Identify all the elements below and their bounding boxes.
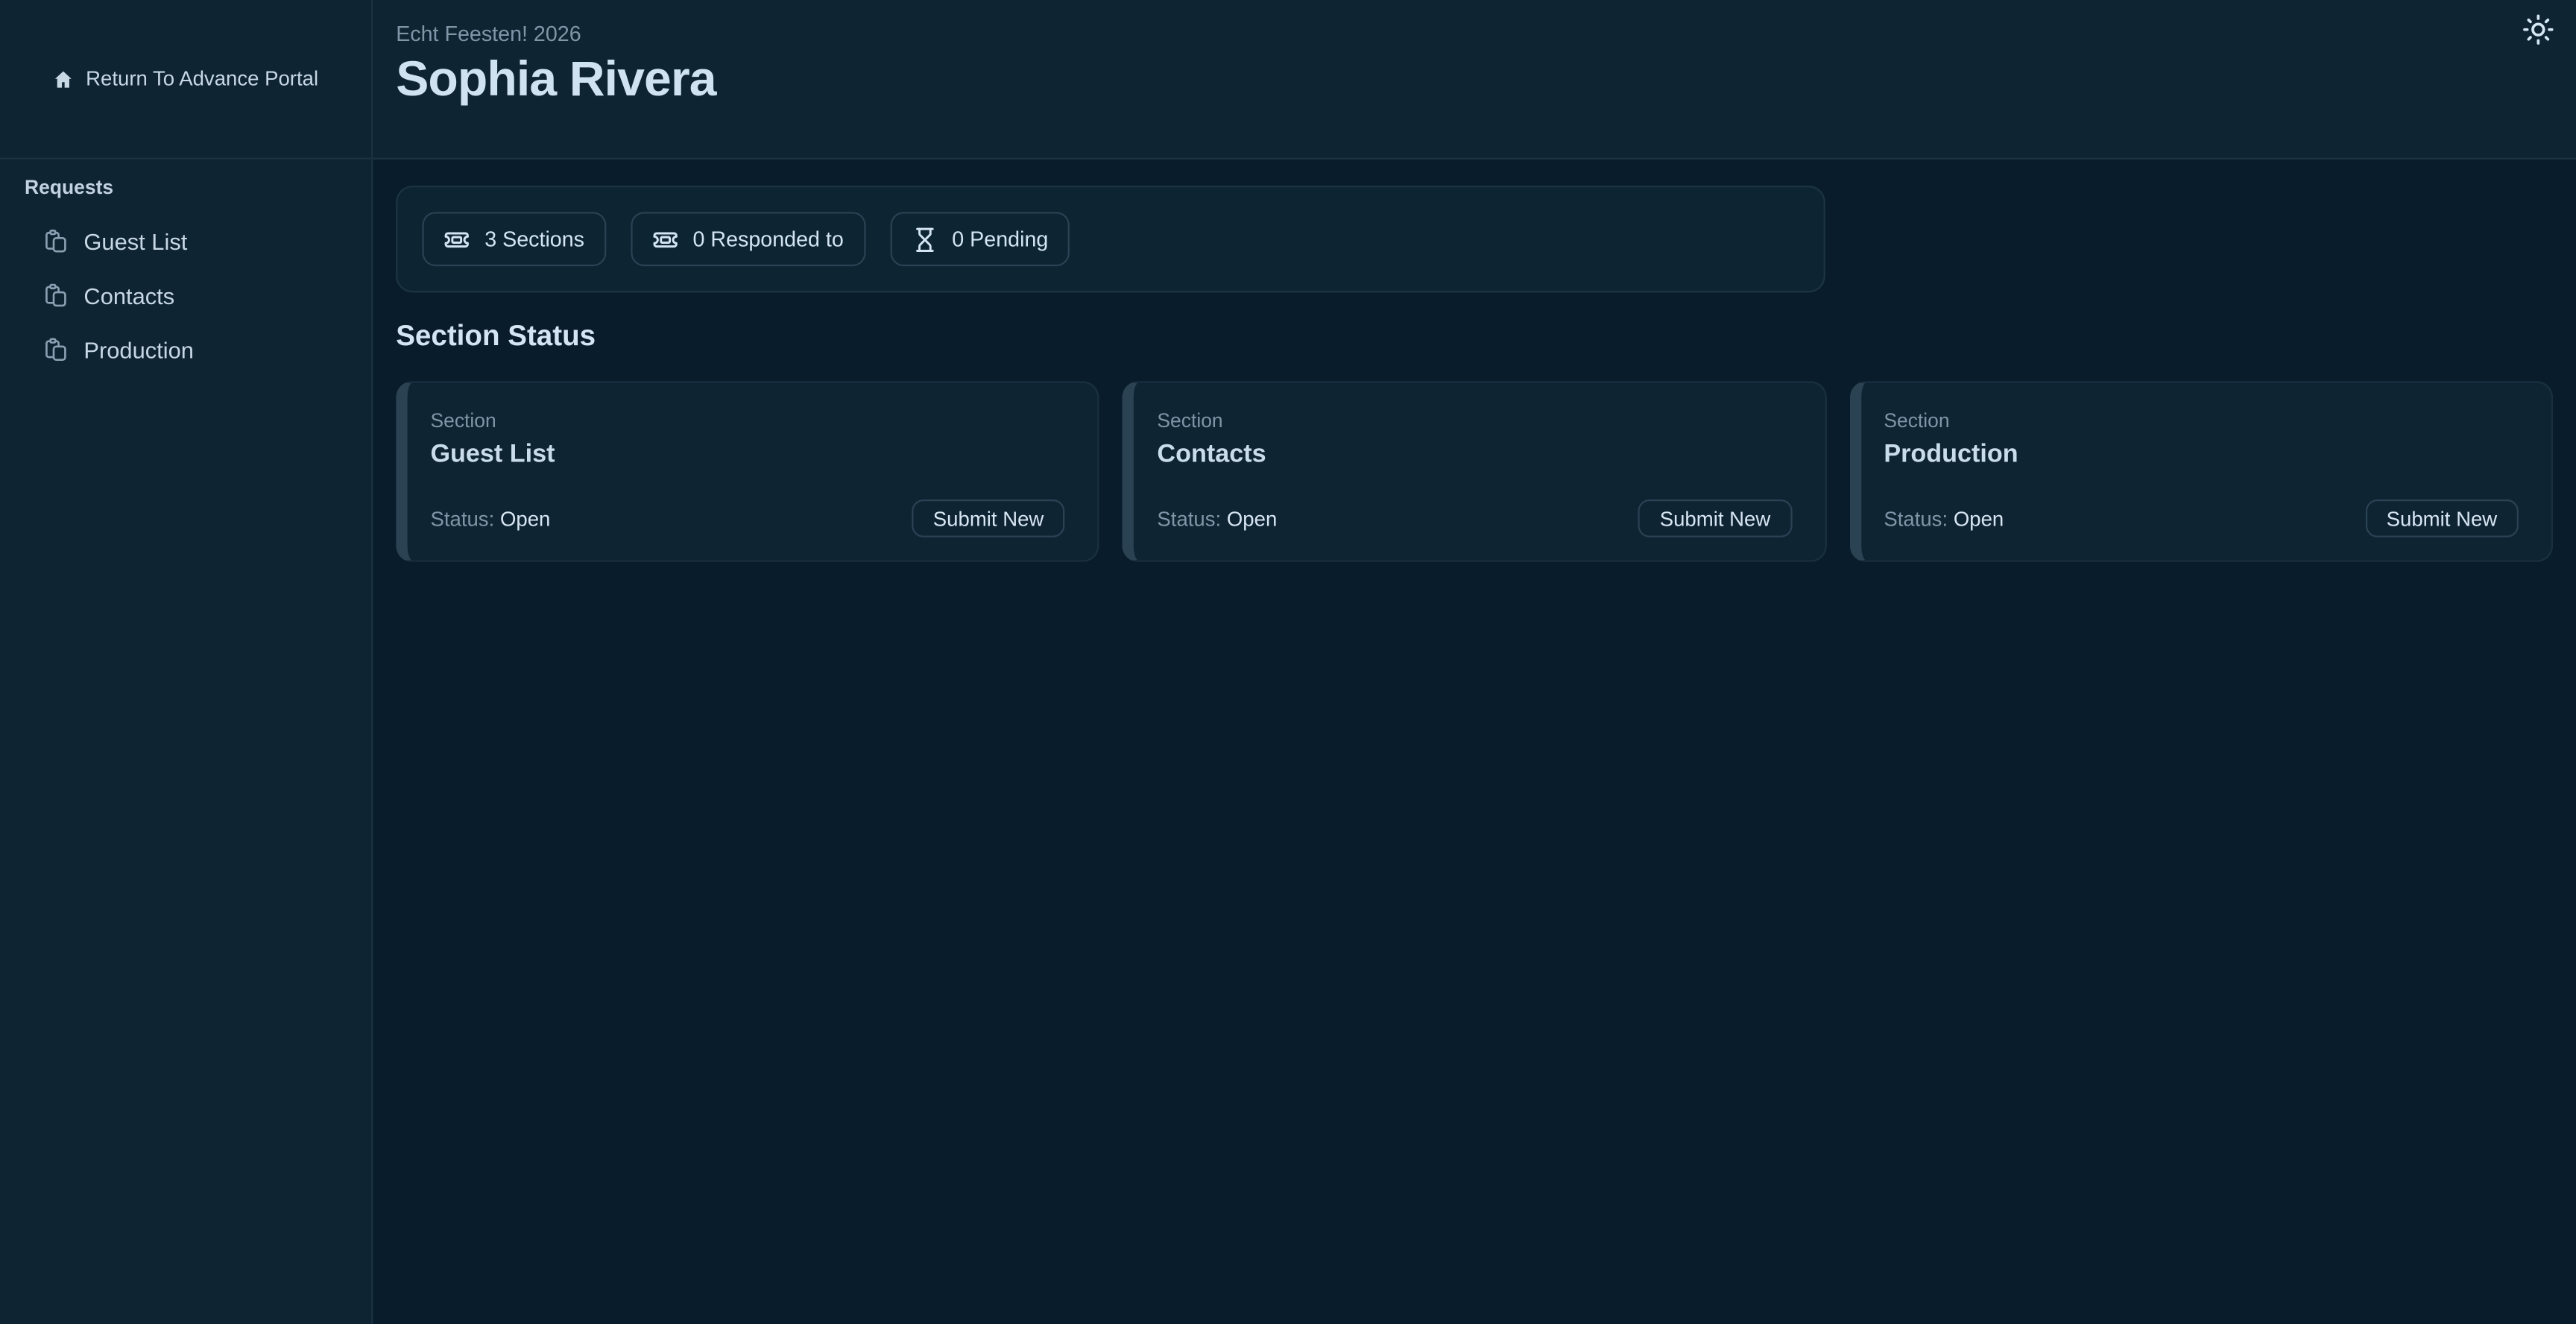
- submit-new-button[interactable]: Submit New: [2365, 499, 2519, 538]
- sun-icon: [2522, 13, 2554, 46]
- card-title: Contacts: [1157, 441, 1792, 470]
- clipboard-copy-icon: [42, 227, 69, 253]
- sidebar-nav: Requests Guest List: [0, 160, 371, 376]
- status-label: Status:: [1884, 507, 1948, 530]
- ticket-icon: [443, 226, 470, 252]
- badge-label: 3 Sections: [484, 227, 584, 251]
- event-name: Echt Feesten! 2026: [396, 22, 2576, 46]
- badge-label: 0 Pending: [952, 227, 1048, 251]
- status-line: Status: Open: [1884, 507, 2004, 530]
- home-icon: [53, 68, 75, 89]
- page-header: Echt Feesten! 2026 Sophia Rivera: [373, 0, 2576, 160]
- section-card-contacts: Section Contacts Status: Open Submit New: [1123, 381, 1826, 561]
- ticket-icon: [651, 226, 678, 252]
- clipboard-copy-icon: [42, 282, 69, 308]
- sidebar: Return To Advance Portal Requests Guest …: [0, 0, 373, 1324]
- sidebar-item-guest-list[interactable]: Guest List: [13, 214, 359, 268]
- sidebar-item-contacts[interactable]: Contacts: [13, 268, 359, 322]
- section-card-guest-list: Section Guest List Status: Open Submit N…: [396, 381, 1099, 561]
- app-root: Return To Advance Portal Requests Guest …: [0, 0, 2576, 1324]
- badge-label: 0 Responded to: [692, 227, 843, 251]
- stats-panel: 3 Sections 0 Responded to: [396, 186, 1825, 292]
- section-status-heading: Section Status: [396, 319, 2553, 353]
- main-area: Echt Feesten! 2026 Sophia Rivera: [373, 0, 2576, 1324]
- status-label: Status:: [430, 507, 494, 530]
- status-value: Open: [1954, 507, 2004, 530]
- section-cards: Section Guest List Status: Open Submit N…: [396, 381, 2553, 561]
- card-title: Guest List: [430, 441, 1065, 470]
- status-value: Open: [1227, 507, 1277, 530]
- sidebar-item-label: Production: [83, 336, 194, 362]
- page-title: Sophia Rivera: [396, 53, 2576, 109]
- card-kicker: Section: [1884, 409, 2519, 432]
- sections-count-badge: 3 Sections: [422, 212, 605, 266]
- responded-count-badge: 0 Responded to: [631, 212, 865, 266]
- return-to-portal-label: Return To Advance Portal: [86, 67, 318, 90]
- card-kicker: Section: [1157, 409, 1792, 432]
- return-to-portal-link[interactable]: Return To Advance Portal: [0, 0, 371, 160]
- status-line: Status: Open: [430, 507, 550, 530]
- clipboard-copy-icon: [42, 336, 69, 362]
- card-kicker: Section: [430, 409, 1065, 432]
- pending-count-badge: 0 Pending: [890, 212, 1070, 266]
- card-title: Production: [1884, 441, 2519, 470]
- sidebar-item-production[interactable]: Production: [13, 322, 359, 376]
- status-label: Status:: [1157, 507, 1221, 530]
- section-card-production: Section Production Status: Open Submit N…: [1849, 381, 2553, 561]
- hourglass-icon: [911, 226, 937, 252]
- theme-toggle-button[interactable]: [2520, 11, 2556, 47]
- sidebar-item-label: Contacts: [83, 282, 174, 308]
- status-value: Open: [500, 507, 550, 530]
- submit-new-button[interactable]: Submit New: [912, 499, 1065, 538]
- status-line: Status: Open: [1157, 507, 1277, 530]
- sidebar-item-label: Guest List: [83, 227, 187, 253]
- sidebar-section-label: Requests: [13, 176, 359, 214]
- submit-new-button[interactable]: Submit New: [1638, 499, 1792, 538]
- content-area: 3 Sections 0 Responded to: [373, 160, 2576, 562]
